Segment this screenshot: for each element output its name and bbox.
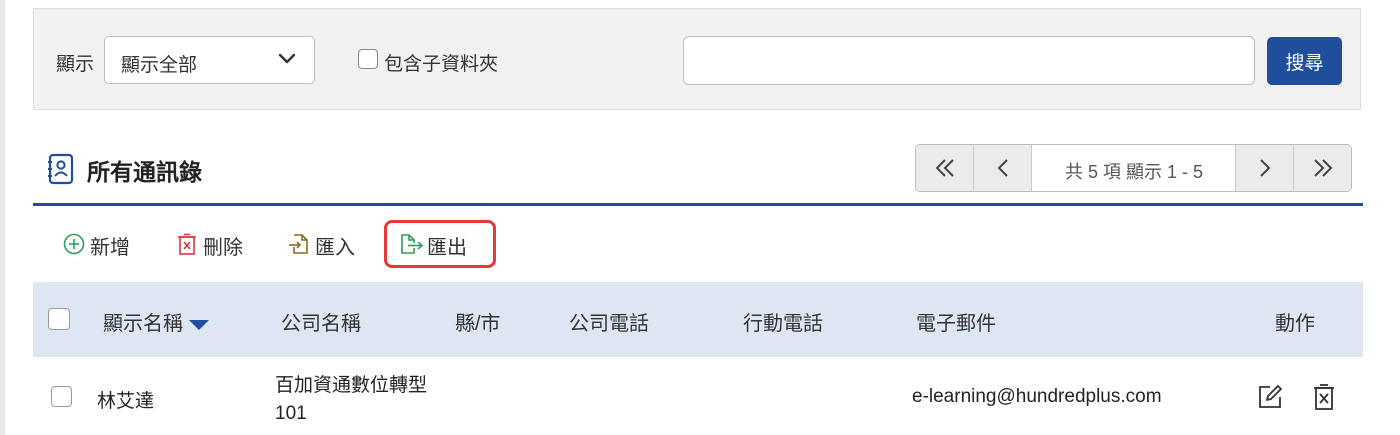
chevron-right-icon	[1260, 159, 1271, 177]
include-subfolders-label[interactable]: 包含子資料夾	[384, 49, 498, 76]
plus-circle-icon	[63, 233, 85, 255]
next-page-button[interactable]	[1235, 145, 1293, 191]
column-header-company: 公司名稱	[281, 313, 361, 335]
trash-x-icon	[178, 233, 196, 255]
pager-info: 共 5 項 顯示 1 - 5	[1064, 162, 1204, 182]
double-chevron-left-icon	[935, 159, 954, 177]
show-select-value: 顯示全部	[121, 55, 198, 76]
row-company: 百加資通數位轉型101	[275, 375, 428, 424]
chevron-down-icon	[278, 53, 296, 64]
export-highlight-box	[384, 220, 496, 268]
last-page-button[interactable]	[1293, 145, 1351, 191]
left-rail	[0, 0, 5, 435]
include-subfolders-checkbox[interactable]	[358, 49, 378, 69]
column-header-company-phone: 公司電話	[569, 313, 649, 335]
column-header-display-name[interactable]: 顯示名稱	[103, 307, 209, 336]
search-button[interactable]: 搜尋	[1267, 37, 1342, 85]
row-email: e-learning@hundredplus.com	[912, 386, 1162, 407]
row-checkbox[interactable]	[51, 386, 72, 407]
chevron-left-icon	[997, 159, 1008, 177]
file-import-icon	[289, 234, 308, 254]
first-page-button[interactable]	[916, 145, 974, 191]
contact-book-icon	[48, 153, 74, 185]
section-divider	[33, 203, 1363, 206]
edit-icon[interactable]	[1256, 383, 1284, 411]
import-button[interactable]: 匯入	[287, 230, 367, 260]
trash-x-icon[interactable]	[1312, 383, 1336, 411]
import-button-label: 匯入	[315, 237, 355, 259]
prev-page-button[interactable]	[974, 145, 1032, 191]
search-input[interactable]	[683, 36, 1255, 85]
column-header-actions: 動作	[1275, 313, 1315, 335]
double-chevron-right-icon	[1314, 159, 1333, 177]
add-button-label: 新增	[90, 237, 130, 259]
show-select[interactable]: 顯示全部	[104, 36, 315, 84]
delete-button[interactable]: 刪除	[175, 230, 255, 260]
select-all-checkbox[interactable]	[48, 308, 70, 330]
column-header-city: 縣/市	[455, 313, 501, 335]
column-header-mobile-phone: 行動電話	[743, 313, 823, 335]
pager: 共 5 項 顯示 1 - 5	[915, 144, 1352, 192]
filter-panel: 顯示 顯示全部 包含子資料夾 搜尋	[33, 8, 1361, 110]
column-header-email: 電子郵件	[916, 313, 996, 335]
delete-button-label: 刪除	[203, 237, 243, 259]
sort-desc-icon	[189, 319, 209, 330]
row-display-name: 林艾達	[97, 391, 155, 412]
add-button[interactable]: 新增	[62, 230, 142, 260]
table-header: 顯示名稱 公司名稱 縣/市 公司電話 行動電話 電子郵件 動作	[33, 282, 1363, 357]
page-title: 所有通訊錄	[87, 159, 202, 185]
show-label: 顯示	[56, 54, 95, 75]
